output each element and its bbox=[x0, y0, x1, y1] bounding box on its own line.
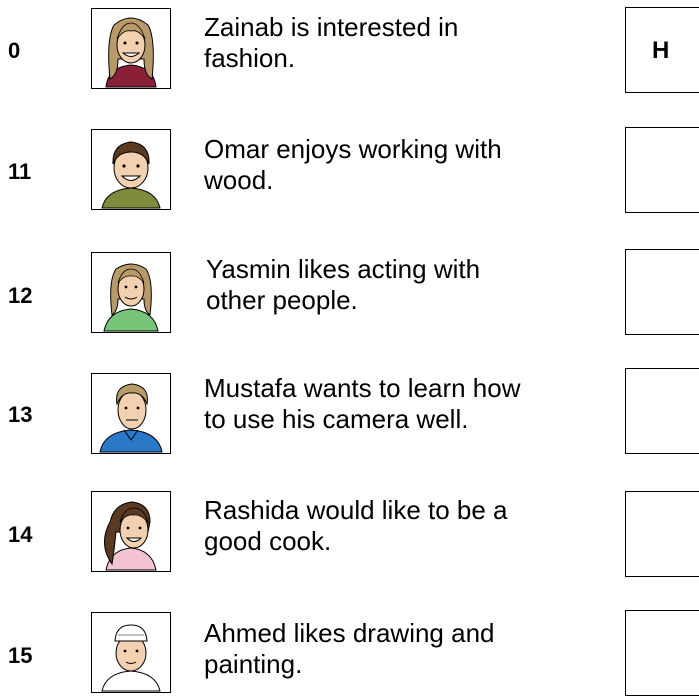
question-number: 11 bbox=[8, 159, 32, 184]
question-text: Zainab is interested in fashion. bbox=[204, 12, 459, 73]
question-number: 12 bbox=[8, 283, 33, 308]
question-row-13: 13 Mustafa wants to learn how to use his… bbox=[0, 362, 699, 458]
question-row-15: 15 Ahmed likes drawing and painting. bbox=[0, 604, 699, 700]
question-row-0: 0 Zainab is interested in fashion. H bbox=[0, 0, 699, 96]
question-text: Omar enjoys working with wood. bbox=[204, 134, 502, 195]
question-row-12: 12 Yasmin likes acting with other people… bbox=[0, 242, 699, 338]
question-number: 0 bbox=[8, 38, 21, 63]
answer-box[interactable] bbox=[625, 127, 699, 213]
boy-blue-shirt-icon bbox=[91, 373, 171, 454]
answer-letter: H bbox=[652, 37, 670, 64]
question-number: 14 bbox=[8, 522, 33, 547]
question-number: 13 bbox=[8, 402, 33, 427]
boy-white-cap-icon bbox=[91, 612, 171, 693]
question-row-14: 14 Rashida would like to be a good cook. bbox=[0, 482, 699, 578]
answer-box[interactable] bbox=[625, 610, 699, 696]
question-text: Ahmed likes drawing and painting. bbox=[204, 618, 495, 679]
question-text: Rashida would like to be a good cook. bbox=[204, 495, 508, 556]
answer-box[interactable]: H bbox=[625, 7, 699, 93]
boy-short-hair-smiling-icon bbox=[91, 129, 171, 210]
girl-ponytail-pink-top-icon bbox=[91, 491, 171, 572]
question-row-11: 11 Omar enjoys working with wood. bbox=[0, 119, 699, 215]
question-number: 15 bbox=[8, 643, 33, 668]
answer-box[interactable] bbox=[625, 491, 699, 577]
girl-long-hair-smiling-icon bbox=[91, 8, 171, 89]
question-text: Mustafa wants to learn how to use his ca… bbox=[204, 373, 521, 434]
answer-box[interactable] bbox=[625, 368, 699, 454]
woman-green-top-icon bbox=[91, 252, 171, 333]
answer-box[interactable] bbox=[625, 249, 699, 335]
question-text: Yasmin likes acting with other people. bbox=[206, 254, 481, 315]
